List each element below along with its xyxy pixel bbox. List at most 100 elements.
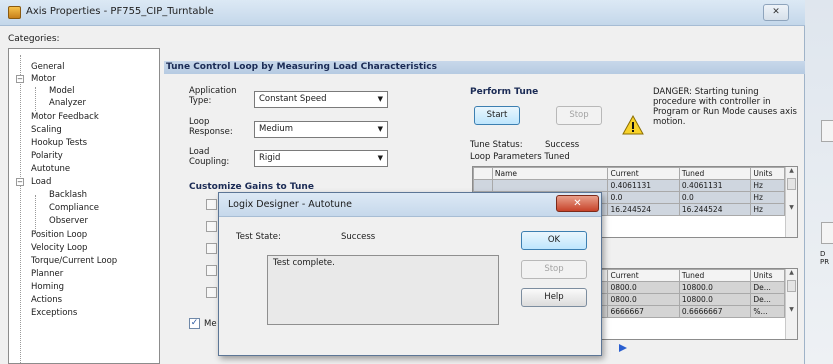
tree-item-scaling[interactable]: Scaling [31, 124, 62, 136]
result-message: Test complete. [273, 258, 335, 268]
tree-item-polarity[interactable]: Polarity [31, 150, 63, 162]
load-coupling-label: Load Coupling: [189, 147, 230, 167]
tree-item-general[interactable]: General [31, 61, 65, 73]
table-cell [491, 179, 609, 192]
warning-icon [622, 115, 644, 135]
table-cell: 6666667 [607, 305, 680, 318]
test-state-label: Test State: [236, 232, 281, 242]
window-title: Axis Properties - PF755_CIP_Turntable [26, 6, 214, 17]
gain-checkbox[interactable] [206, 243, 217, 254]
scroll-thumb[interactable] [787, 280, 796, 292]
table-header-cell: Units [750, 167, 785, 180]
tree-item-torque-current-loop[interactable]: Torque/Current Loop [31, 255, 117, 267]
table-header-cell: Tuned [678, 167, 752, 180]
result-message-box: Test complete. [267, 255, 499, 325]
table-cell: 0800.0 [607, 281, 680, 294]
dialog-close-button[interactable]: ✕ [556, 195, 599, 212]
table-cell [473, 179, 493, 192]
measure-checkbox[interactable]: ✓ [189, 318, 200, 329]
gain-checkbox[interactable] [206, 265, 217, 276]
table-header-cell: Name [491, 167, 609, 180]
background-edge-button [821, 222, 833, 244]
gain-checkbox[interactable] [206, 287, 217, 298]
table-header-cell: Tuned [678, 269, 752, 282]
table-row[interactable]: 0.4061131 0.4061131 Hz [473, 179, 785, 192]
window-close-button[interactable]: ✕ [763, 4, 789, 21]
table-cell: 0800.0 [607, 293, 680, 306]
table-scrollbar[interactable]: ▲ ▼ [785, 269, 797, 339]
tree-item-observer[interactable]: Observer [49, 215, 88, 227]
tree-item-backlash[interactable]: Backlash [49, 189, 87, 201]
loop-response-value: Medium [259, 124, 293, 134]
tree-item-load[interactable]: Load [31, 176, 51, 188]
load-coupling-select[interactable]: Rigid ▼ [254, 150, 388, 167]
table-cell: De... [750, 293, 785, 306]
dropdown-arrow-icon: ▼ [377, 95, 383, 103]
table-cell: 16.244524 [607, 203, 680, 216]
tree-item-hookup-tests[interactable]: Hookup Tests [31, 137, 87, 149]
arrow-right-icon [619, 344, 627, 352]
gain-checkbox[interactable] [206, 221, 217, 232]
tree-item-autotune[interactable]: Autotune [31, 163, 70, 175]
table-cell: De... [750, 281, 785, 294]
tune-status-value: Success [545, 140, 580, 150]
loop-response-label: Loop Response: [189, 117, 233, 137]
table-cell: 10800.0 [678, 293, 752, 306]
scroll-up-icon[interactable]: ▲ [786, 167, 797, 174]
tree-item-motor[interactable]: Motor [31, 73, 56, 85]
tree-item-compliance[interactable]: Compliance [49, 202, 99, 214]
tree-item-motor-feedback[interactable]: Motor Feedback [31, 111, 99, 123]
stop-button[interactable]: Stop [556, 106, 602, 125]
measure-label: Me [204, 319, 217, 329]
table-cell: 0.4061131 [607, 179, 680, 192]
table-cell: 0.4061131 [678, 179, 752, 192]
table-cell: 10800.0 [678, 281, 752, 294]
customize-gains-label: Customize Gains to Tune [189, 182, 314, 192]
table-cell: Hz [750, 203, 785, 216]
application-type-select[interactable]: Constant Speed ▼ [254, 91, 388, 108]
tree-item-analyzer[interactable]: Analyzer [49, 97, 86, 109]
tree-connector [20, 55, 21, 363]
loop-response-select[interactable]: Medium ▼ [254, 121, 388, 138]
application-type-value: Constant Speed [259, 94, 327, 104]
table-cell: Hz [750, 179, 785, 192]
collapse-icon[interactable]: − [16, 75, 24, 83]
table-scrollbar[interactable]: ▲ ▼ [785, 167, 797, 237]
perform-tune-label: Perform Tune [470, 87, 539, 97]
categories-tree: General − Motor Model Analyzer Motor Fee… [8, 48, 160, 364]
tree-item-exceptions[interactable]: Exceptions [31, 307, 77, 319]
table-cell: 0.6666667 [678, 305, 752, 318]
help-button[interactable]: Help [521, 288, 587, 307]
scroll-down-icon[interactable]: ▼ [786, 306, 797, 313]
tree-item-homing[interactable]: Homing [31, 281, 64, 293]
collapse-icon[interactable]: − [16, 178, 24, 186]
ok-button[interactable]: OK [521, 231, 587, 250]
start-button[interactable]: Start [474, 106, 520, 125]
table-header-cell: Units [750, 269, 785, 282]
background-edge-button [821, 120, 833, 142]
table-header-row: Name Current Tuned Units [473, 167, 785, 180]
table-cell: %... [750, 305, 785, 318]
tree-item-model[interactable]: Model [49, 85, 75, 97]
table-header-cell [473, 167, 493, 180]
loop-parameters-label: Loop Parameters Tuned [470, 152, 570, 162]
tree-item-position-loop[interactable]: Position Loop [31, 229, 87, 241]
dialog-stop-button[interactable]: Stop [521, 260, 587, 279]
danger-message: DANGER: Starting tuning procedure with c… [653, 87, 797, 127]
background-edge-label: D PR [820, 250, 830, 266]
table-cell: 0.0 [678, 191, 752, 204]
scroll-thumb[interactable] [787, 178, 796, 190]
tree-item-velocity-loop[interactable]: Velocity Loop [31, 242, 87, 254]
tree-item-actions[interactable]: Actions [31, 294, 62, 306]
table-header-cell: Current [607, 269, 680, 282]
tree-connector [35, 195, 36, 231]
table-cell: 0.0 [607, 191, 680, 204]
scroll-up-icon[interactable]: ▲ [786, 269, 797, 276]
gain-checkbox[interactable] [206, 199, 217, 210]
application-type-label: Application Type: [189, 86, 237, 106]
tree-item-planner[interactable]: Planner [31, 268, 63, 280]
load-coupling-value: Rigid [259, 153, 281, 163]
table-cell: 16.244524 [678, 203, 752, 216]
scroll-down-icon[interactable]: ▼ [786, 204, 797, 211]
dialog-title: Logix Designer - Autotune [228, 199, 352, 210]
